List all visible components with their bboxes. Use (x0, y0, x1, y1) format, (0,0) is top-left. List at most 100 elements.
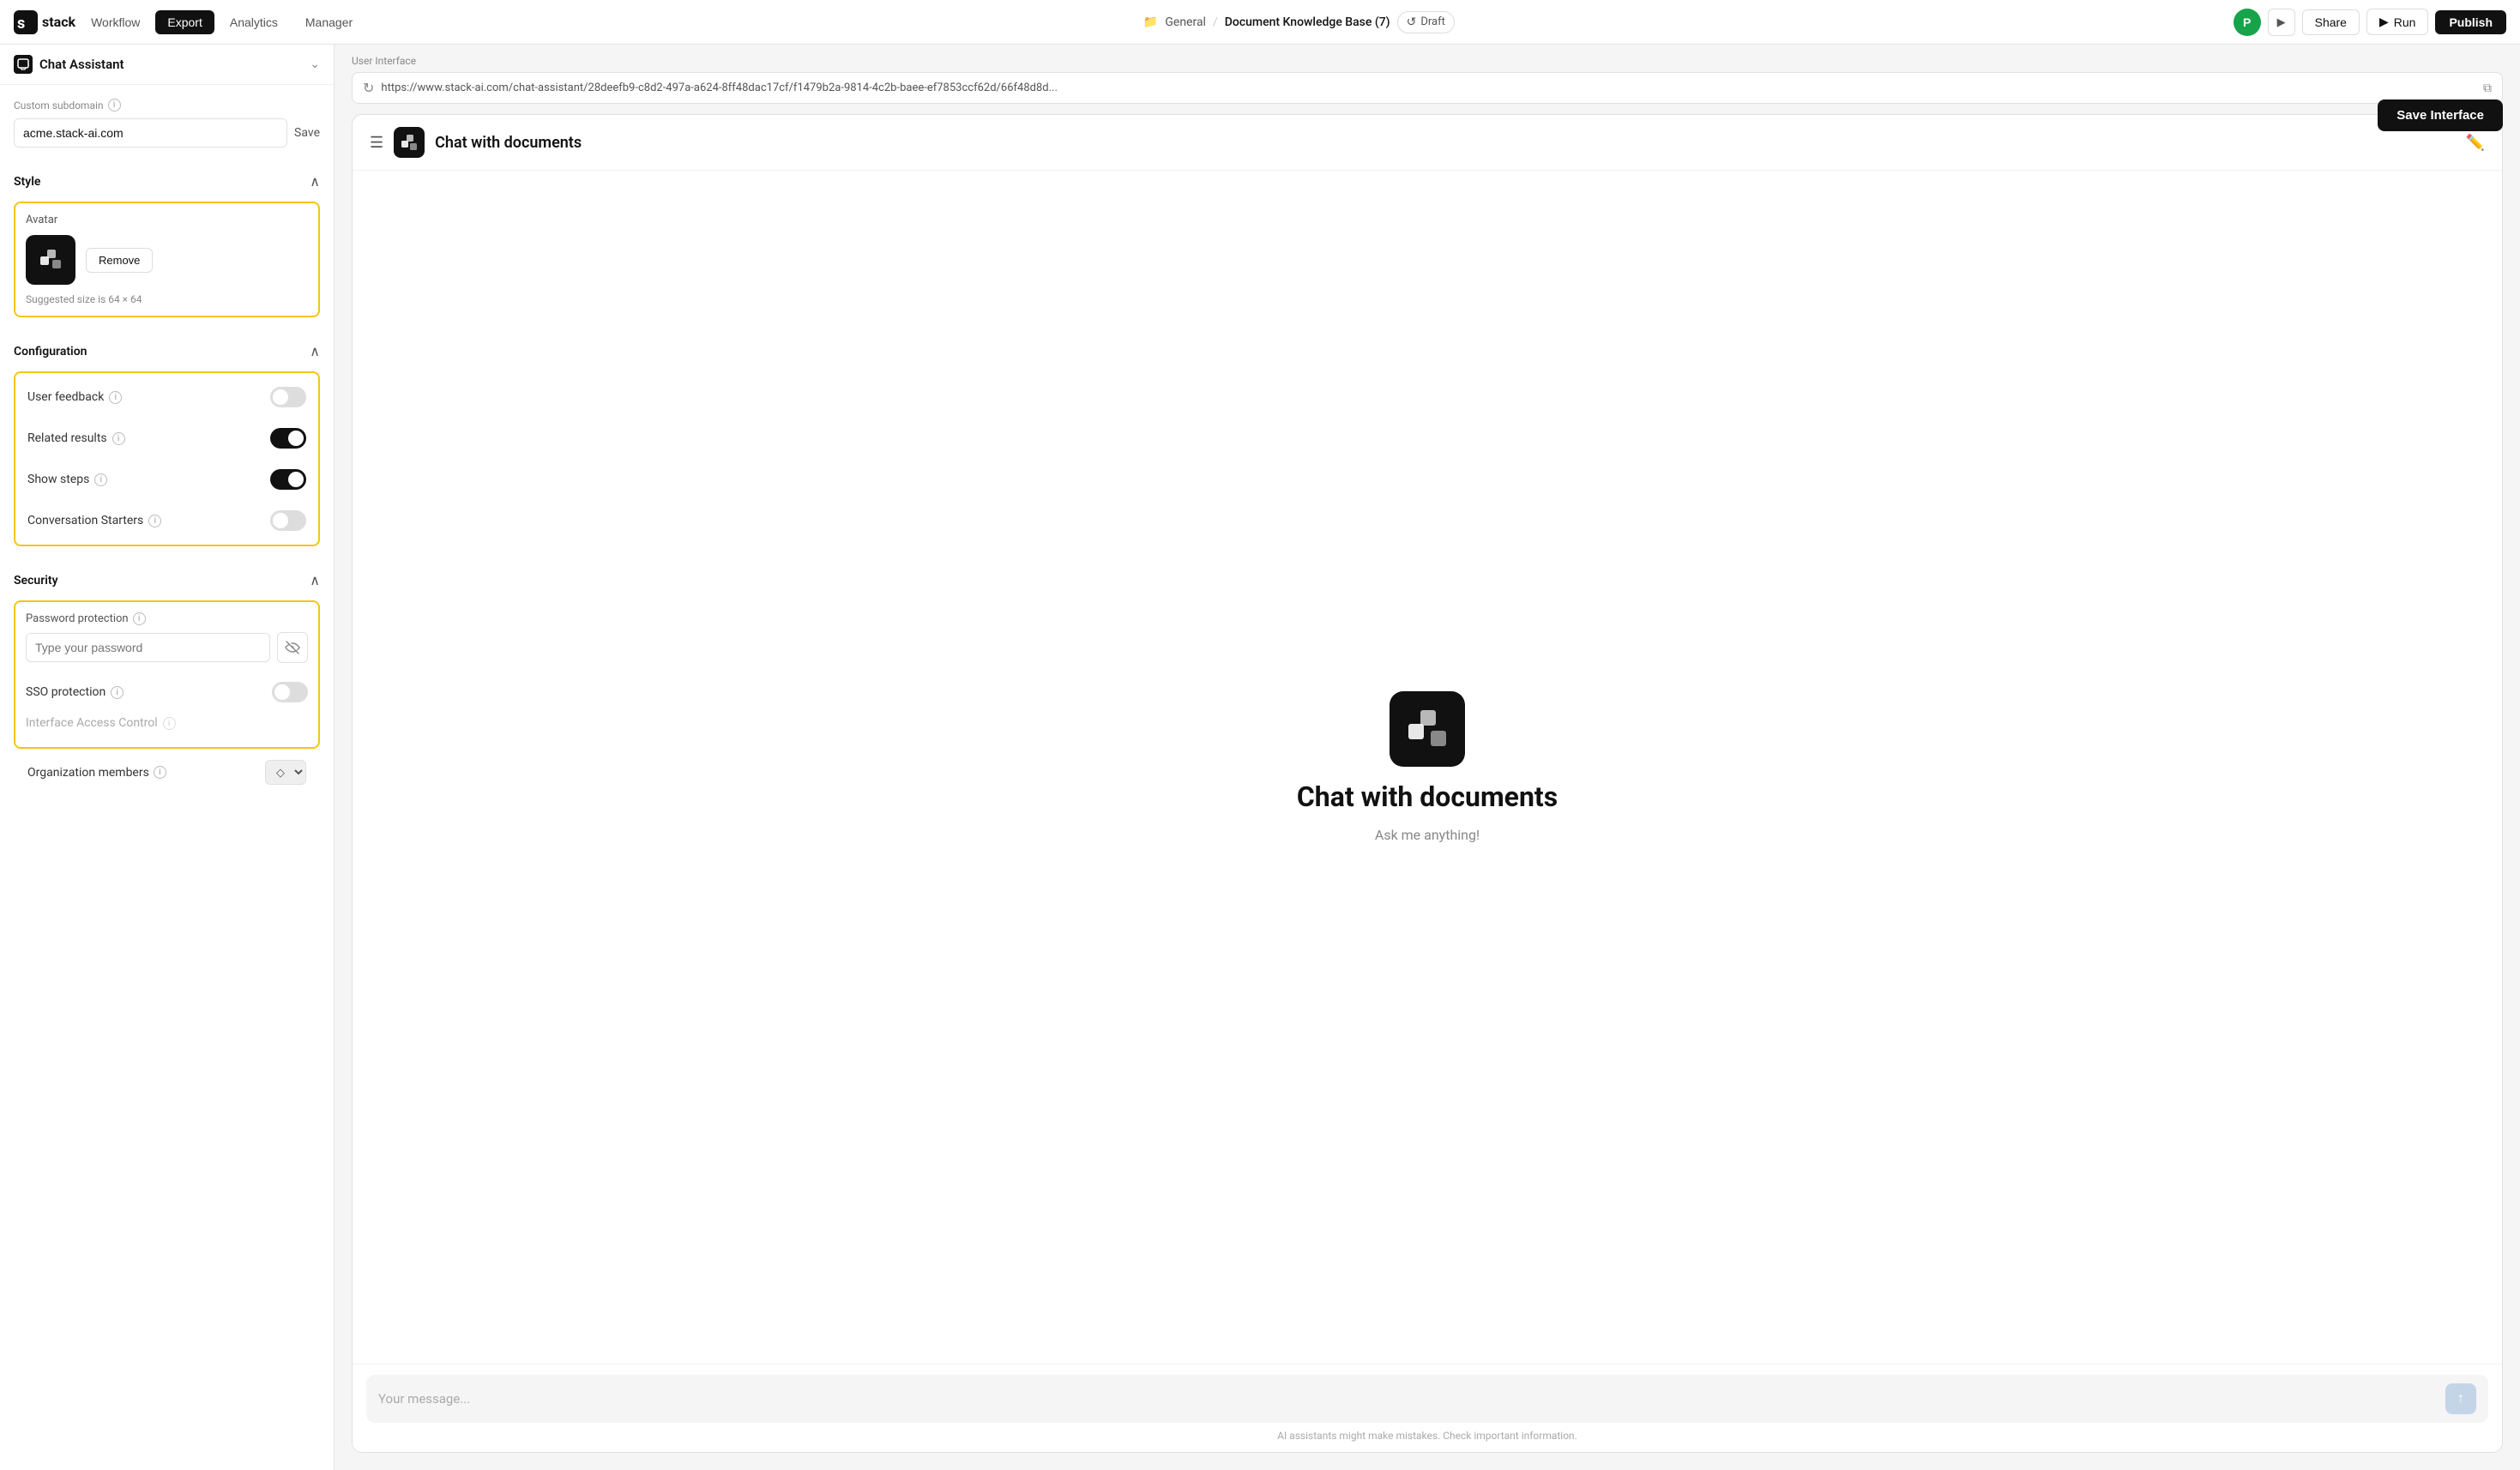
nav-analytics[interactable]: Analytics (218, 10, 290, 34)
conversation-starters-label: Conversation Starters i (27, 514, 161, 527)
style-section-title: Style (14, 175, 40, 189)
share-button[interactable]: Share (2302, 9, 2360, 35)
draft-label: Draft (1420, 15, 1445, 28)
security-collapse-icon[interactable]: ∧ (310, 572, 320, 588)
breadcrumb: 📁 General / Document Knowledge Base (7) … (368, 11, 2229, 33)
ui-label: User Interface (352, 55, 2503, 67)
nav-workflow[interactable]: Workflow (79, 10, 152, 34)
sidebar-title-row: Chat Assistant (14, 55, 124, 74)
url-text: https://www.stack-ai.com/chat-assistant/… (381, 81, 2476, 94)
style-section: Style ∧ Avatar Remove (0, 161, 334, 331)
sso-info-icon[interactable]: i (111, 686, 124, 699)
chat-body: Chat with documents Ask me anything! (353, 171, 2502, 1364)
avatar-logo-svg (35, 244, 66, 275)
copy-url-icon[interactable]: ⧉ (2483, 81, 2492, 95)
security-section-header[interactable]: Security ∧ (0, 560, 334, 600)
draft-icon: ↺ (1407, 15, 1417, 29)
run-button[interactable]: ▶ Run (2366, 9, 2428, 35)
user-feedback-info-icon[interactable]: i (109, 391, 122, 404)
sso-toggle[interactable] (272, 682, 308, 702)
password-protection-label: Password protection i (26, 612, 308, 625)
avatar-label: Avatar (26, 214, 308, 226)
chat-header: ☰ Chat with documents ✏️ (353, 115, 2502, 171)
related-results-label: Related results i (27, 431, 125, 445)
chat-big-logo (1390, 691, 1465, 767)
chat-logo-svg (400, 133, 419, 152)
avatar-preview-row: Remove (26, 235, 308, 285)
chat-icon-small (14, 55, 33, 74)
show-steps-info-icon[interactable]: i (94, 473, 107, 486)
interface-access-label: Interface Access Control i (26, 716, 176, 730)
svg-text:s: s (17, 15, 25, 33)
folder-icon: 📁 (1143, 15, 1158, 29)
user-feedback-label: User feedback i (27, 390, 122, 404)
user-feedback-row: User feedback i (15, 377, 318, 418)
breadcrumb-folder: General (1165, 15, 1206, 29)
breadcrumb-separator: / (1213, 15, 1218, 29)
subdomain-save-link[interactable]: Save (294, 126, 320, 140)
main-layout: Chat Assistant ⌄ Custom subdomain i Save… (0, 45, 2520, 1470)
toggle-password-visibility-button[interactable] (277, 632, 308, 663)
org-members-info-icon[interactable]: i (154, 766, 166, 779)
configuration-collapse-icon[interactable]: ∧ (310, 343, 320, 359)
draft-badge[interactable]: ↺ Draft (1397, 11, 1455, 33)
user-avatar[interactable]: P (2234, 9, 2261, 36)
hamburger-menu-icon[interactable]: ☰ (370, 134, 383, 152)
related-results-toggle[interactable] (270, 428, 306, 449)
avatar-box: Avatar Remove Suggested size is 64 × 64 (14, 202, 320, 317)
nav-manager[interactable]: Manager (293, 10, 365, 34)
chat-header-left: ☰ Chat with documents (370, 127, 582, 158)
edit-icon[interactable]: ✏️ (2466, 134, 2485, 152)
subdomain-input[interactable] (14, 118, 287, 148)
avatar-hint: Suggested size is 64 × 64 (26, 293, 308, 305)
nav-arrow-icon[interactable]: ▶ (2268, 9, 2295, 36)
security-content: Password protection i SSO prote (0, 600, 334, 809)
configuration-section-header[interactable]: Configuration ∧ (0, 331, 334, 371)
configuration-content: User feedback i Related results i (0, 371, 334, 560)
reload-icon[interactable]: ↻ (363, 80, 374, 96)
related-results-info-icon[interactable]: i (112, 432, 125, 445)
password-input[interactable] (26, 633, 270, 662)
style-collapse-icon[interactable]: ∧ (310, 173, 320, 190)
save-interface-button[interactable]: Save Interface (2378, 99, 2503, 131)
logo[interactable]: s stack (14, 10, 75, 34)
url-bar-container: User Interface ↻ https://www.stack-ai.co… (335, 45, 2520, 114)
security-section-title: Security (14, 574, 58, 587)
password-row (26, 632, 308, 663)
style-section-header[interactable]: Style ∧ (0, 161, 334, 202)
nav-right: P ▶ Share ▶ Run Publish (2234, 9, 2506, 36)
subdomain-section: Custom subdomain i Save (0, 85, 334, 161)
sso-protection-label: SSO protection i (26, 685, 124, 699)
logo-text: stack (42, 14, 75, 30)
remove-avatar-button[interactable]: Remove (86, 248, 153, 273)
org-members-row: Organization members i ◇ (14, 749, 320, 795)
interface-access-info-icon[interactable]: i (163, 717, 176, 730)
chat-big-title: Chat with documents (1297, 780, 1558, 813)
show-steps-label: Show steps i (27, 473, 107, 486)
top-nav: s stack Workflow Export Analytics Manage… (0, 0, 2520, 45)
interface-access-control-row: Interface Access Control i (26, 709, 308, 737)
ai-disclaimer: AI assistants might make mistakes. Check… (366, 1430, 2488, 1442)
configuration-box: User feedback i Related results i (14, 371, 320, 546)
send-button[interactable]: ↑ (2445, 1383, 2476, 1414)
publish-button[interactable]: Publish (2435, 10, 2506, 34)
configuration-section-title: Configuration (14, 345, 87, 358)
breadcrumb-project: Document Knowledge Base (7) (1225, 15, 1390, 29)
sidebar-header: Chat Assistant ⌄ (0, 45, 334, 85)
conversation-starters-toggle[interactable] (270, 510, 306, 531)
org-members-select[interactable]: ◇ (265, 760, 306, 785)
sidebar: Chat Assistant ⌄ Custom subdomain i Save… (0, 45, 335, 1470)
nav-export[interactable]: Export (155, 10, 214, 34)
show-steps-toggle[interactable] (270, 469, 306, 490)
chevron-down-icon[interactable]: ⌄ (310, 57, 320, 71)
right-panel: Save Interface User Interface ↻ https://… (335, 45, 2520, 1470)
password-protection-info-icon[interactable]: i (133, 612, 146, 625)
subdomain-info-icon[interactable]: i (108, 99, 121, 111)
conversation-starters-info-icon[interactable]: i (148, 515, 161, 527)
user-feedback-toggle[interactable] (270, 387, 306, 407)
chat-header-title: Chat with documents (435, 134, 582, 152)
chat-preview: ☰ Chat with documents ✏️ (352, 114, 2503, 1453)
chat-logo (394, 127, 425, 158)
security-section: Security ∧ Password protection i (0, 560, 334, 809)
chat-subtitle: Ask me anything! (1375, 827, 1480, 843)
